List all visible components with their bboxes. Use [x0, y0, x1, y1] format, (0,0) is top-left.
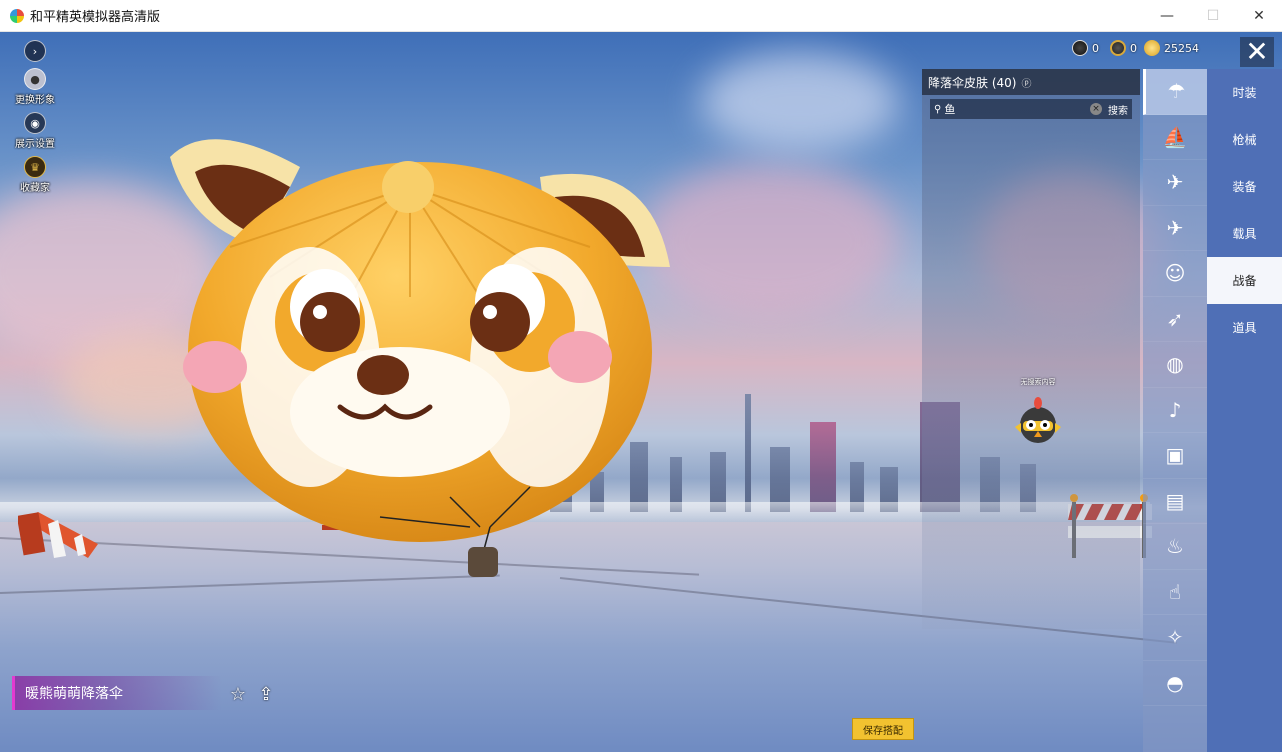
- black-coin-icon: [1072, 40, 1088, 56]
- window-close-button[interactable]: ✕: [1236, 0, 1282, 32]
- tab-combat-gear[interactable]: 战备: [1207, 257, 1282, 304]
- speaker-icon[interactable]: ♪: [1143, 388, 1207, 433]
- category-icon-column: ☂ ⛵ ✈ ✈ ☺ ➶ ◍ ♪ ▣ ▤ ♨ ☝ ✧ ◓: [1143, 69, 1207, 752]
- magic-wand-icon[interactable]: ✧: [1143, 615, 1207, 661]
- emote-face-icon[interactable]: ☺: [1143, 251, 1207, 297]
- window-title: 和平精英模拟器高清版: [30, 10, 161, 25]
- change-avatar-label: 更换形象: [15, 95, 55, 106]
- app-logo-icon: [10, 8, 24, 23]
- panel-title: 降落伞皮肤 (40): [928, 75, 1017, 90]
- gold-coin-icon: [1144, 40, 1160, 56]
- search-input[interactable]: [944, 102, 1090, 116]
- collector-button[interactable]: ♛ 收藏家: [10, 156, 60, 194]
- collector-label: 收藏家: [20, 183, 50, 194]
- window-controls: — ☐ ✕: [1144, 0, 1282, 32]
- expand-button[interactable]: ›: [10, 40, 60, 62]
- info-icon[interactable]: ⓟ: [1021, 75, 1031, 90]
- share-icon[interactable]: ⇪: [255, 683, 277, 705]
- skin-list-panel: 降落伞皮肤 (40) ⓟ ⚲ × 搜索 无搜索内容: [922, 69, 1140, 629]
- save-outfit-button[interactable]: 保存搭配: [852, 718, 914, 740]
- chevron-right-icon: ›: [24, 40, 46, 62]
- clear-search-icon[interactable]: ×: [1090, 103, 1102, 115]
- window-titlebar: 和平精英模拟器高清版 — ☐ ✕: [0, 0, 1282, 32]
- gold-badge-icon: [1110, 40, 1126, 56]
- tab-weapons[interactable]: 枪械: [1207, 116, 1282, 163]
- currency-black: 0: [1072, 40, 1099, 56]
- collector-badge-icon: ♛: [24, 156, 46, 178]
- minimize-button[interactable]: —: [1144, 0, 1190, 32]
- search-button[interactable]: 搜索: [1108, 102, 1128, 117]
- currency-amount: 0: [1092, 41, 1099, 55]
- currency-amount: 25254: [1164, 41, 1199, 55]
- extinguisher-icon[interactable]: ♨: [1143, 524, 1207, 570]
- currency-gold: 25254: [1144, 40, 1199, 56]
- boat-icon[interactable]: ⛵: [1143, 115, 1207, 160]
- photo-icon[interactable]: ▤: [1143, 479, 1207, 524]
- category-tabs: 时装 枪械 装备 载具 战备 道具: [1207, 69, 1282, 752]
- backpack-icon[interactable]: ◍: [1143, 342, 1207, 388]
- glider-icon[interactable]: ➶: [1143, 297, 1207, 342]
- hand-tap-icon[interactable]: ☝: [1143, 570, 1207, 615]
- currency-badge: 0: [1110, 40, 1137, 56]
- empty-message: 无搜索内容: [1020, 378, 1056, 386]
- favorite-star-icon[interactable]: ☆: [227, 683, 249, 705]
- maximize-button[interactable]: ☐: [1190, 0, 1236, 32]
- drone-icon[interactable]: ✈: [1143, 160, 1207, 206]
- parachute-preview: [170, 139, 670, 577]
- item-name-banner: 暖熊萌萌降落伞: [12, 676, 222, 710]
- game-viewport: › ● 更换形象 ◉ 展示设置 ♛ 收藏家 0 0 25254 ✕ 降落伞皮肤 …: [0, 32, 1282, 752]
- traffic-cone: [18, 512, 98, 558]
- display-settings-button[interactable]: ◉ 展示设置: [10, 112, 60, 150]
- search-icon: ⚲: [934, 103, 942, 115]
- tab-equipment[interactable]: 装备: [1207, 163, 1282, 210]
- tab-items[interactable]: 道具: [1207, 304, 1282, 351]
- item-name: 暖熊萌萌降落伞: [25, 686, 123, 702]
- search-bar: ⚲ × 搜索: [930, 99, 1132, 119]
- avatar-icon: ●: [24, 68, 46, 90]
- chicken-mascot-icon: [1015, 397, 1061, 443]
- plane-icon[interactable]: ✈: [1143, 206, 1207, 251]
- close-icon[interactable]: ✕: [1240, 37, 1274, 67]
- sticker-icon[interactable]: ▣: [1143, 433, 1207, 479]
- display-settings-label: 展示设置: [15, 139, 55, 150]
- currency-amount: 0: [1130, 41, 1137, 55]
- eye-icon: ◉: [24, 112, 46, 134]
- left-menu: › ● 更换形象 ◉ 展示设置 ♛ 收藏家: [10, 40, 60, 200]
- parachute-icon[interactable]: ☂: [1143, 69, 1207, 115]
- tab-outfit[interactable]: 时装: [1207, 69, 1282, 116]
- empty-result: 无搜索内容: [998, 377, 1078, 447]
- ufo-icon[interactable]: ◓: [1143, 661, 1207, 706]
- sky-cloud: [700, 52, 900, 152]
- tab-vehicles[interactable]: 载具: [1207, 210, 1282, 257]
- change-avatar-button[interactable]: ● 更换形象: [10, 68, 60, 106]
- panel-header: 降落伞皮肤 (40) ⓟ: [922, 69, 1140, 95]
